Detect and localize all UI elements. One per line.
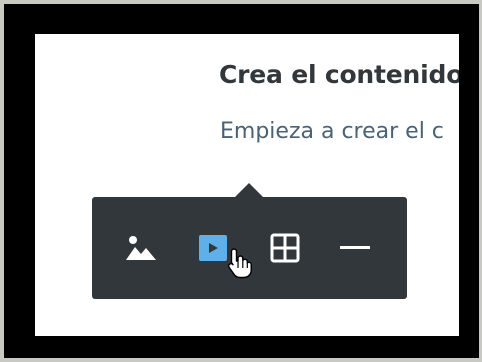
insert-separator-button[interactable]: [328, 221, 382, 275]
horizontal-rule-icon: [340, 246, 370, 249]
table-grid-icon: [270, 233, 300, 263]
video-play-icon: [199, 235, 227, 261]
editor-placeholder-text[interactable]: Empieza a crear el c: [220, 119, 444, 144]
image-icon: [126, 236, 156, 260]
insert-image-button[interactable]: [114, 221, 168, 275]
screen-frame: Crea el contenido Empieza a crear el c: [4, 4, 479, 358]
page-title: Crea el contenido: [219, 60, 459, 89]
popover-arrow: [235, 183, 263, 197]
editor-canvas[interactable]: Crea el contenido Empieza a crear el c: [35, 34, 459, 336]
insert-table-button[interactable]: [258, 221, 312, 275]
hand-pointer-cursor-icon: [228, 248, 252, 279]
